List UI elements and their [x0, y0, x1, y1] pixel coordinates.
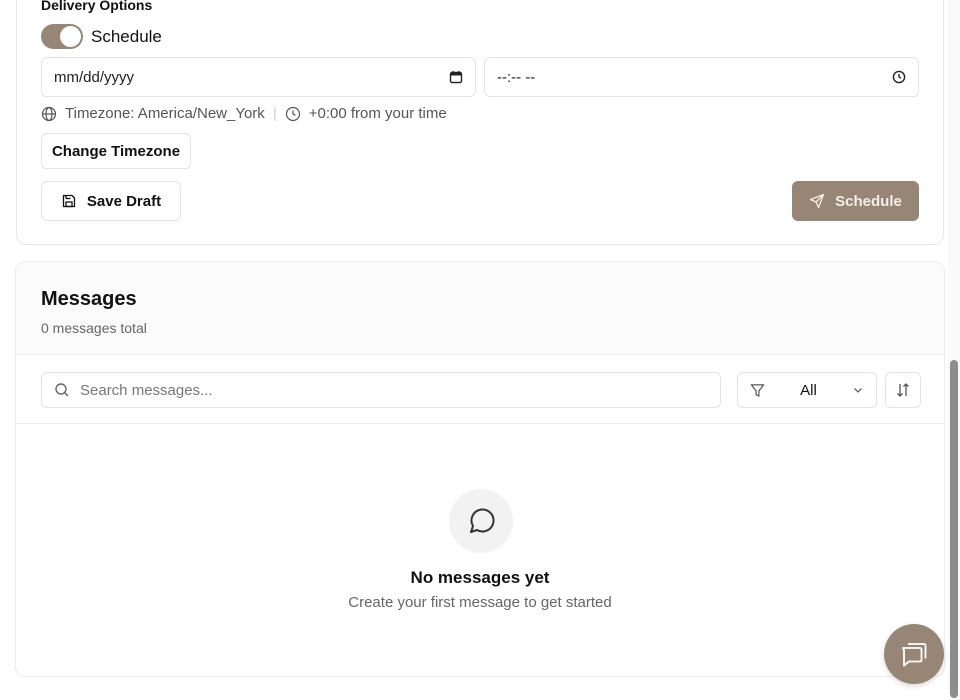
time-input[interactable]: --:-- -- — [484, 57, 919, 97]
clock-icon[interactable] — [892, 70, 906, 84]
filter-icon — [750, 383, 765, 397]
schedule-toggle-row: Schedule — [41, 24, 162, 49]
separator: | — [272, 105, 277, 122]
search-placeholder: Search messages... — [80, 381, 213, 399]
chat-button[interactable] — [884, 624, 944, 684]
schedule-toggle[interactable] — [41, 24, 83, 49]
chevron-down-icon — [854, 388, 862, 393]
time-input-value: --:-- -- — [497, 68, 536, 86]
filter-value: All — [800, 381, 817, 399]
date-input-value: mm/dd/yyyy — [54, 68, 135, 86]
message-circle-icon — [470, 508, 495, 533]
chat-icon — [902, 643, 927, 667]
globe-icon — [41, 106, 57, 121]
messages-toolbar: Search messages... All — [16, 355, 944, 424]
scrollbar-thumb[interactable] — [950, 360, 958, 698]
messages-count: 0 messages total — [41, 320, 147, 336]
calendar-icon[interactable] — [449, 70, 463, 84]
save-draft-label: Save Draft — [86, 192, 162, 210]
schedule-toggle-label: Schedule — [91, 26, 162, 46]
sort-icon — [897, 383, 909, 397]
delivery-options-heading: Delivery Options — [41, 0, 153, 13]
toggle-knob — [60, 26, 81, 47]
empty-state-subtitle: Create your first message to get started — [348, 594, 612, 611]
timezone-info-row: Timezone: America/New_York | +0:00 from … — [41, 105, 447, 122]
timezone-text: Timezone: America/New_York — [65, 105, 265, 122]
schedule-button[interactable]: Schedule — [792, 181, 919, 221]
send-icon — [810, 193, 825, 209]
sort-button[interactable] — [885, 372, 921, 408]
messages-card: Messages 0 messages total Search message… — [15, 261, 945, 677]
timezone-offset-text: +0:00 from your time — [308, 105, 447, 122]
schedule-button-label: Schedule — [835, 192, 902, 210]
save-draft-button[interactable]: Save Draft — [41, 181, 181, 221]
search-icon — [55, 383, 69, 397]
messages-header: Messages 0 messages total — [16, 262, 944, 355]
empty-state-title: No messages yet — [410, 568, 550, 587]
change-timezone-button[interactable]: Change Timezone — [41, 133, 191, 169]
date-input[interactable]: mm/dd/yyyy — [41, 57, 476, 97]
empty-state-icon — [449, 489, 513, 553]
clock-icon — [285, 106, 300, 121]
filter-select[interactable]: All — [737, 372, 877, 408]
change-timezone-label: Change Timezone — [51, 142, 181, 160]
save-icon — [62, 194, 76, 208]
messages-title: Messages — [41, 288, 137, 310]
search-input[interactable]: Search messages... — [41, 372, 721, 408]
page: Delivery Options Schedule mm/dd/yyyy --:… — [0, 0, 960, 700]
